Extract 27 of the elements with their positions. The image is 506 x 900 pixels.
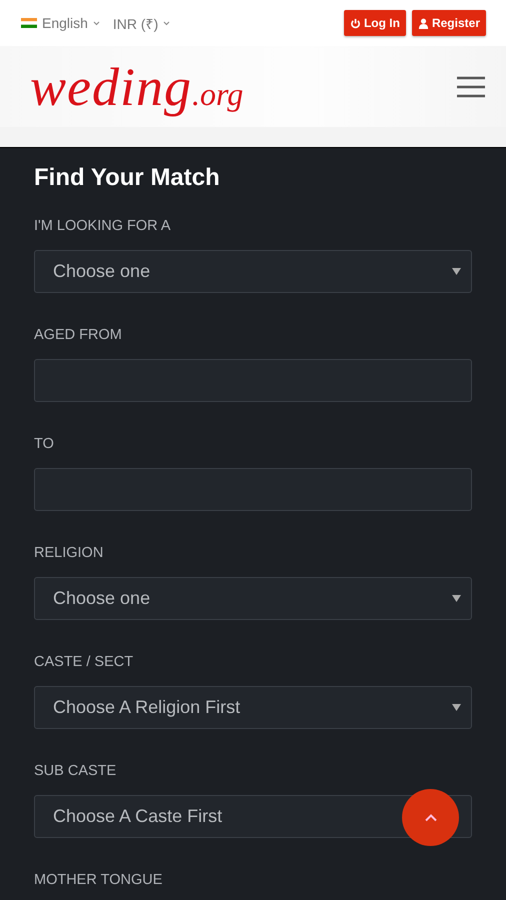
field-label: RELIGION <box>34 545 104 561</box>
chevron-icon <box>163 20 170 26</box>
select-field[interactable]: Choose one <box>34 577 472 620</box>
input-field[interactable] <box>34 359 472 402</box>
power-icon <box>350 18 361 28</box>
form-title: Find Your Match <box>34 164 221 192</box>
select-field[interactable]: Choose one <box>34 250 472 293</box>
field-label: CASTE / SECT <box>34 654 134 670</box>
chevron-icon <box>92 20 100 26</box>
select-field[interactable]: Choose A Religion First <box>34 686 472 729</box>
field-label: MOTHER TONGUE <box>34 872 164 888</box>
user-icon <box>418 18 429 28</box>
dropdown-arrow-icon <box>452 595 461 602</box>
flag-icon <box>21 18 37 28</box>
currency-selector[interactable]: INR (₹) <box>112 14 158 32</box>
menu-icon[interactable] <box>456 76 486 98</box>
input-field[interactable] <box>34 468 472 511</box>
login-button[interactable]: Log In <box>344 10 406 36</box>
field-label: SUB CASTE <box>34 763 118 779</box>
field-label: TO <box>34 436 55 452</box>
chevron-up-icon <box>424 813 438 822</box>
field-label: I'M LOOKING FOR A <box>34 218 172 234</box>
register-button[interactable]: Register <box>412 10 486 36</box>
dropdown-arrow-icon <box>452 704 461 711</box>
language-selector[interactable]: English <box>42 15 88 31</box>
dropdown-arrow-icon <box>452 268 461 275</box>
field-label: AGED FROM <box>34 327 123 343</box>
